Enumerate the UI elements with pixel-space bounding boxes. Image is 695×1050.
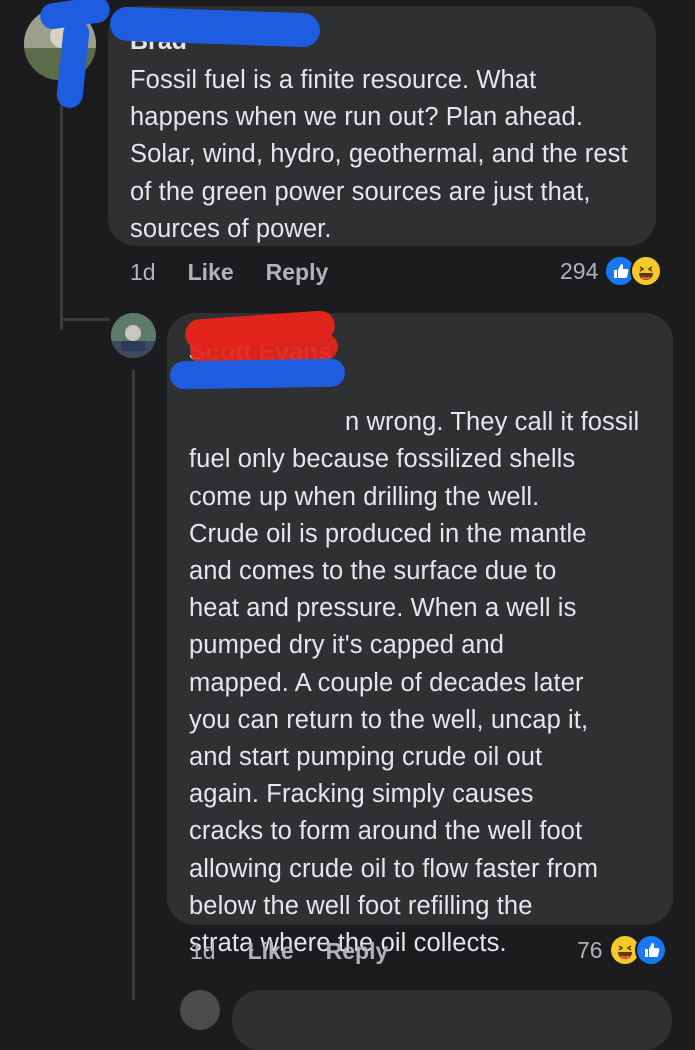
avatar-photo-icon [111,313,156,358]
like-button[interactable]: Like [248,938,294,965]
reply-button[interactable]: Reply [326,938,389,965]
comment-text-content: n wrong. They call it fossil fuel only b… [189,408,640,958]
avatar[interactable] [180,990,220,1030]
avatar[interactable] [111,313,156,358]
redaction-mark [109,6,321,48]
comment-meta: 1d Like Reply [190,936,388,966]
reaction-count: 294 [560,257,599,284]
like-button[interactable]: Like [188,259,234,286]
haha-icon [630,255,663,287]
thread-line-reply [132,370,135,1000]
reaction-count: 76 [577,936,603,963]
reaction-summary[interactable]: 294 [560,255,663,287]
comment-time[interactable]: 1d [130,259,156,286]
comment-bubble [232,990,672,1050]
comment-text: Fossil fuel is a finite resource. What h… [130,66,628,243]
comment-meta: 1d Like Reply [130,257,328,287]
reply-button[interactable]: Reply [266,259,329,286]
like-icon [634,934,667,966]
comment-bubble: Scott Evans n wrong. They call it fossil… [167,313,673,957]
thread-line-main [60,80,63,330]
reaction-summary[interactable]: 76 [577,934,667,966]
redaction-mark [169,358,346,390]
comment-text: n wrong. They call it fossil fuel only b… [189,367,651,999]
comment-time[interactable]: 1d [190,938,216,965]
thread-line-curve [60,318,110,321]
